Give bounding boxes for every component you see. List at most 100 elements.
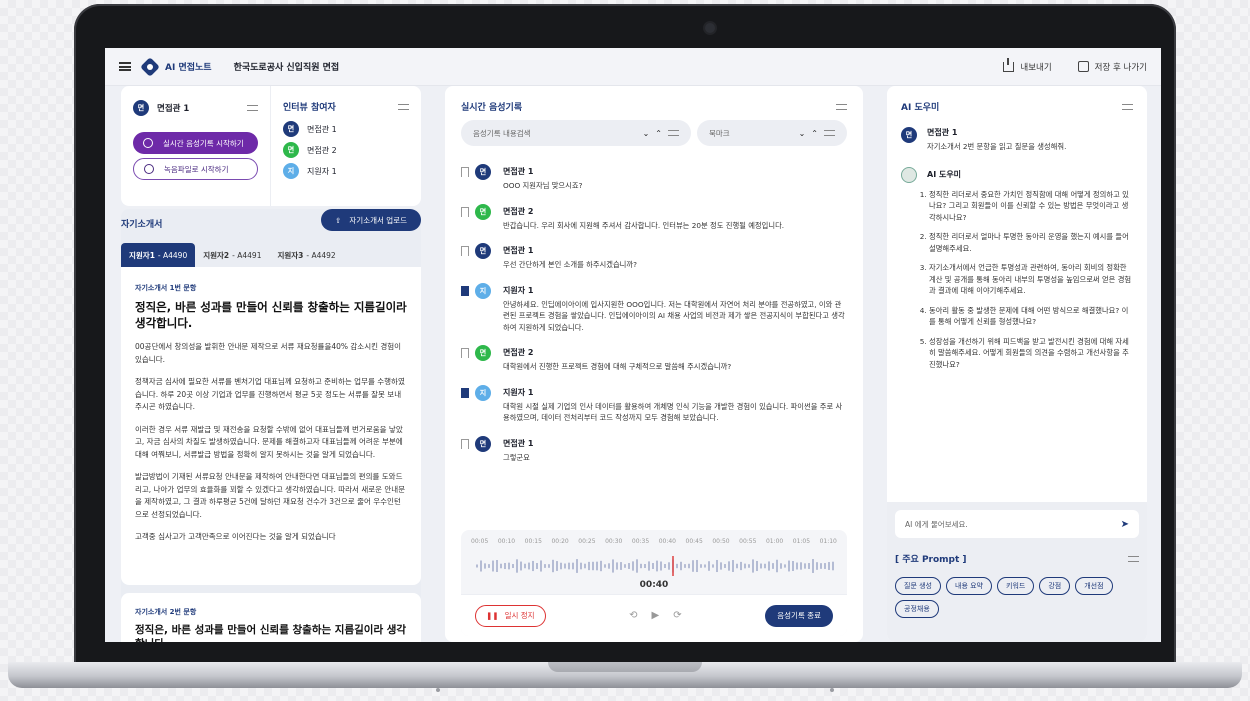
bookmark-icon[interactable] xyxy=(461,348,469,358)
essay-paragraph: 발급방법이 기재된 서류요청 안내문을 제작하여 안내한다면 대표님들의 편의를… xyxy=(135,472,406,519)
file-icon xyxy=(144,164,154,174)
chevron-up-icon[interactable]: ⌃ xyxy=(655,129,662,138)
bookmark-filter-label: 북마크 xyxy=(709,128,730,138)
ai-answer-item: 성장성을 개선하기 위해 피드백을 받고 발전시킨 경험에 대해 자세히 말씀해… xyxy=(929,336,1133,371)
export-button[interactable]: 내보내기 xyxy=(1003,57,1052,73)
speaker-name: 면접관 2 xyxy=(503,348,534,357)
avatar: 지 xyxy=(475,384,491,401)
end-recording-button[interactable]: 음성기록 종료 xyxy=(765,604,833,627)
chevron-down-icon[interactable]: ⌄ xyxy=(799,129,806,138)
exit-icon xyxy=(1077,61,1089,72)
participant-item: 면 면접관 1 xyxy=(283,121,409,137)
avatar: 면 xyxy=(475,345,491,361)
prompt-chip[interactable]: 키워드 xyxy=(997,577,1035,595)
ai-assistant-card: AI 도우미 면 면접관 1 자기소개서 2번 문항을 읽고 질문을 생성해줘.… xyxy=(887,86,1147,642)
settings-sliders-icon[interactable] xyxy=(247,104,258,112)
participant-name: 면접관 2 xyxy=(307,145,337,155)
timeline-tick: 00:35 xyxy=(631,538,650,545)
speaker-name: 면접관 2 xyxy=(503,206,534,216)
participant-name: 면접관 1 xyxy=(307,124,337,134)
transcript-message: 지 지원자 1 안녕하세요. 인딥에이아이에 입사지원한 OOO입니다. 저는 대학… xyxy=(461,282,847,334)
bookmark-icon[interactable] xyxy=(461,206,469,217)
upload-essay-button[interactable]: ⇧ 자기소개서 업로드 xyxy=(321,209,421,231)
speaker-name: 면접관 1 xyxy=(503,167,534,176)
export-label: 내보내기 xyxy=(1020,62,1052,73)
camera-dot xyxy=(705,23,715,33)
ai-bot-name: AI 도우미 xyxy=(927,170,962,179)
mic-icon xyxy=(143,138,153,148)
chevron-up-icon[interactable]: ⌃ xyxy=(811,129,818,138)
avatar: 면 xyxy=(475,243,491,259)
laptop-notch xyxy=(548,662,702,672)
save-exit-button[interactable]: 저장 후 나가기 xyxy=(1077,61,1147,73)
timeline-tick: 01:05 xyxy=(792,538,811,545)
filter-icon[interactable] xyxy=(668,129,679,137)
bookmark-icon[interactable] xyxy=(461,387,469,398)
rewind-icon[interactable]: ⟲ xyxy=(629,610,637,621)
tab-applicant-2[interactable]: 지원자2- A4491 xyxy=(195,243,269,267)
prompt-chip[interactable]: 개선점 xyxy=(1075,577,1113,595)
settings-sliders-icon[interactable] xyxy=(398,103,409,111)
message-text: 대학원 시절 실제 기업의 인사 데이터를 활용하여 개체명 인식 기능을 개발… xyxy=(503,401,843,423)
waveform[interactable] xyxy=(475,556,835,576)
pause-icon: ❚❚ xyxy=(486,611,499,620)
essay-title: 자기소개서 xyxy=(121,220,163,230)
transcript-search[interactable]: 음성기록 내용검색 ⌄ ⌃ xyxy=(461,120,691,146)
forward-icon[interactable]: ⟳ xyxy=(673,610,681,621)
timeline-tick: 00:05 xyxy=(471,538,489,545)
settings-sliders-icon[interactable] xyxy=(1128,555,1139,563)
settings-sliders-icon[interactable] xyxy=(836,103,847,111)
timeline-ticks: 00:05 00:10 00:15 00:20 00:25 00:30 00:35 00:40… xyxy=(461,530,847,545)
tab-applicant-1[interactable]: 지원자1- A4490 xyxy=(121,243,196,267)
essay-card: 자기소개서 ⇧ 자기소개서 업로드 지원자1- A4490 지원자2- A449… xyxy=(121,209,421,642)
ai-answer-list: 정직한 리더로서 중요한 가치인 정직함에 대해 어떻게 정의하고 있나요? 그… xyxy=(901,189,1133,371)
message-text: OOO 지원자님 맞으시죠? xyxy=(503,181,583,190)
ai-bot-icon xyxy=(901,166,917,183)
prompt-chip[interactable]: 내용 요약 xyxy=(946,577,992,595)
menu-icon[interactable] xyxy=(119,62,131,71)
speaker-name: 지원자 1 xyxy=(503,387,534,397)
essay-answer-panel: 자기소개서 1번 문항 정직은, 바른 성과를 만들어 신뢰를 창출하는 지름길… xyxy=(121,267,421,585)
audio-player: 00:05 00:10 00:15 00:20 00:25 00:30 00:35 00:40… xyxy=(461,530,847,636)
message-text: 그렇군요 xyxy=(503,452,530,462)
bookmark-icon[interactable] xyxy=(461,246,469,256)
settings-sliders-icon[interactable] xyxy=(1122,103,1133,111)
message-text: 안녕하세요. 인딥에이아이에 입사지원한 OOO입니다. 저는 대학원에서 자연… xyxy=(503,299,845,332)
bookmark-icon[interactable] xyxy=(461,438,469,449)
bookmark-icon[interactable] xyxy=(461,285,469,296)
send-icon[interactable]: ➤ xyxy=(1121,519,1129,530)
timeline-tick: 00:55 xyxy=(739,538,757,545)
avatar: 면 xyxy=(901,127,917,143)
avatar: 면 xyxy=(475,164,491,180)
transcript-message: 면 면접관 2 반갑습니다. 우리 회사에 지원해 주셔서 감사합니다. 인터뷰는 … xyxy=(461,203,847,232)
ai-chat-input[interactable]: AI 에게 물어보세요. ➤ xyxy=(895,510,1139,538)
prompt-chip[interactable]: 강점 xyxy=(1039,577,1071,595)
save-exit-label: 저장 후 나가기 xyxy=(1094,62,1147,73)
essay-paragraph: 00공단에서 창의성을 발휘한 안내문 제작으로 서류 재요청률을40% 감소시… xyxy=(135,342,402,364)
prompt-title: [ 주요 Prompt ] xyxy=(895,555,967,565)
participant-name: 지원자 1 xyxy=(307,166,337,176)
message-text: 반갑습니다. 우리 회사에 지원해 주셔서 감사합니다. 인터뷰는 20분 정도… xyxy=(503,220,785,230)
search-input[interactable]: 음성기록 내용검색 xyxy=(473,128,531,139)
chevron-down-icon[interactable]: ⌄ xyxy=(643,129,650,138)
pause-button[interactable]: ❚❚ 일시 정지 xyxy=(475,604,546,627)
pause-label: 일시 정지 xyxy=(504,611,535,620)
transcript-message: 면 면접관 1 우선 간단하게 본인 소개를 하주시겠습니까? xyxy=(461,243,847,271)
tab-applicant-3[interactable]: 지원자3- A4492 xyxy=(269,243,343,267)
play-icon[interactable]: ▶ xyxy=(652,610,660,621)
transcript-title: 실시간 음성기록 xyxy=(461,103,523,113)
bookmark-icon[interactable] xyxy=(461,167,469,177)
filter-icon[interactable] xyxy=(824,129,835,137)
bookmark-filter[interactable]: 북마크 ⌄ ⌃ xyxy=(697,120,847,146)
app-brand: AI 면접노트 xyxy=(165,63,212,73)
start-live-recording-button[interactable]: 실시간 음성기록 시작하기 xyxy=(133,132,258,154)
timeline-tick: 00:45 xyxy=(685,538,703,545)
essay-paragraph: 정책자금 심사에 필요한 서류를 벤처기업 대표님께 요청하고 준비하는 업무를… xyxy=(135,377,405,411)
prompt-chip[interactable]: 질문 생성 xyxy=(895,577,941,595)
start-from-file-button[interactable]: 녹음파일로 시작하기 xyxy=(133,158,258,180)
ai-title: AI 도우미 xyxy=(901,103,940,113)
timeline-tick: 01:10 xyxy=(819,538,837,545)
timeline-tick: 00:20 xyxy=(551,538,569,545)
avatar: 지 xyxy=(283,163,299,179)
prompt-chip[interactable]: 공정채용 xyxy=(895,600,939,618)
